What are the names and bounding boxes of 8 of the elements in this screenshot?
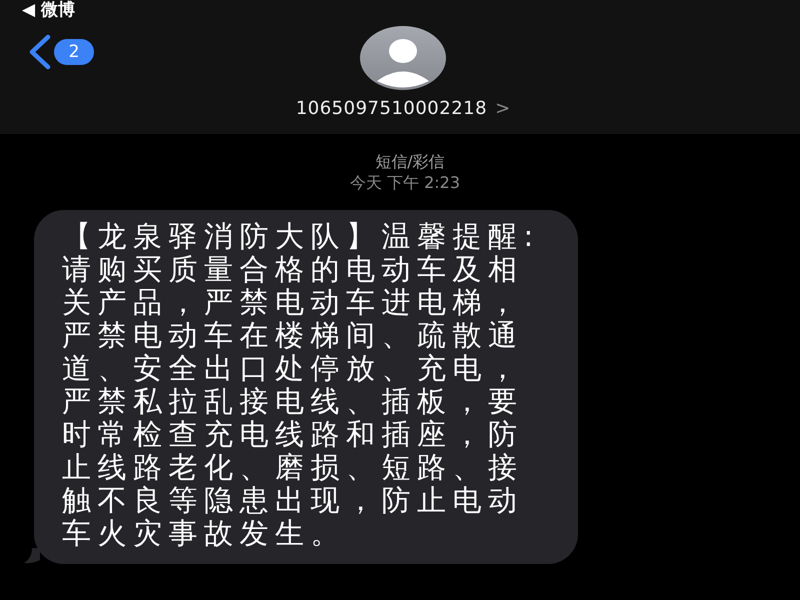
avatar-icon[interactable]: [360, 26, 446, 90]
message-timestamp: 今天 下午 2:23: [348, 173, 460, 194]
unread-badge: 2: [54, 39, 94, 65]
message-service-label: 短信/彩信: [374, 152, 445, 173]
contact-number[interactable]: 1065097510002218: [296, 98, 488, 119]
message-text: 【龙泉驿消防大队】温馨提醒:请购买质量合格的电动车及相关产品，严禁电动车进电梯，严禁电动车在楼梯间、疏散通道、安全出口处停放、充电，严禁私拉乱接电线、插板，要时常检查充电线路和插座，防止线路老化、磨损、短路、接触不良等隐患出现，防止电动车火灾事故发生。: [62, 220, 541, 550]
back-to-app-link[interactable]: ◀ 微博: [22, 0, 75, 20]
chevron-icon[interactable]: >: [495, 98, 510, 119]
